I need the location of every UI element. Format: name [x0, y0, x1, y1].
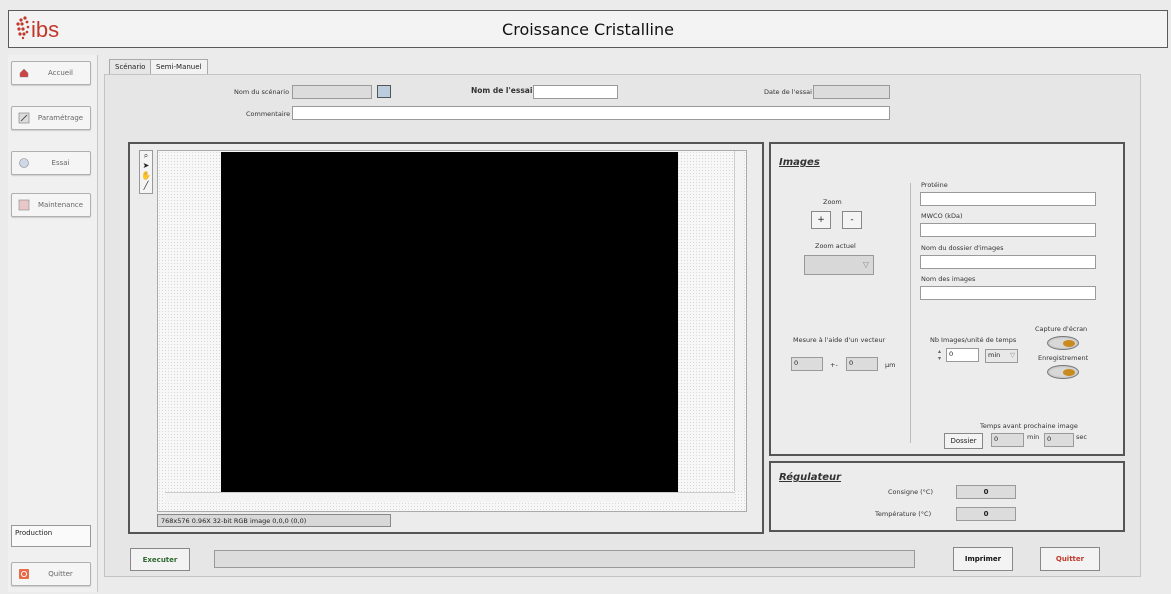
- scenario-name-field[interactable]: [292, 85, 372, 99]
- settings-icon: [17, 111, 31, 125]
- nb-images-field[interactable]: 0: [946, 348, 979, 362]
- window-title: Croissance Cristalline: [502, 19, 674, 39]
- svg-text:ibs: ibs: [31, 17, 59, 42]
- comment-label: Commentaire: [246, 110, 291, 118]
- measure-label: Mesure à l'aide d'un vecteur: [793, 336, 886, 344]
- browse-file-icon[interactable]: [377, 85, 391, 98]
- protein-label: Protéine: [921, 181, 948, 189]
- sidebar-item-accueil[interactable]: Accueil: [11, 61, 91, 85]
- sidebar-item-label: Maintenance: [37, 201, 84, 209]
- seconds-value: 0: [1044, 433, 1074, 447]
- print-button[interactable]: Imprimer: [953, 547, 1013, 571]
- home-icon: [17, 66, 31, 80]
- zoom-tool-icon[interactable]: ⌕: [140, 151, 152, 161]
- ibs-logo: ibs: [13, 12, 75, 46]
- title-bar: Croissance Cristalline ibs: [8, 10, 1168, 48]
- camera-image: [221, 152, 678, 495]
- tab-semi-manuel[interactable]: Semi-Manuel: [150, 59, 208, 74]
- horizontal-scrollbar[interactable]: [165, 492, 735, 502]
- progress-bar: [214, 550, 915, 568]
- record-label: Enregistrement: [1038, 354, 1089, 362]
- mwco-label: MWCO (kDa): [921, 212, 963, 220]
- zoom-in-button[interactable]: +: [811, 211, 831, 229]
- measure-value-1: 0: [791, 357, 823, 371]
- setpoint-label: Consigne (°C): [888, 488, 933, 496]
- sidebar-item-essai[interactable]: Essai: [11, 151, 91, 175]
- sidebar: Accueil Paramétrage Essai Maintenance Pr…: [8, 55, 98, 592]
- sidebar-item-parametrage[interactable]: Paramétrage: [11, 106, 91, 130]
- nb-images-label: Nb Images/unité de temps: [930, 336, 1017, 344]
- folder-name-label: Nom du dossier d'images: [921, 244, 1004, 252]
- regulator-panel-title: Régulateur: [779, 472, 842, 483]
- measure-value-2: 0: [846, 357, 878, 371]
- test-name-field[interactable]: [533, 85, 618, 99]
- minutes-unit: min: [1027, 433, 1040, 441]
- setpoint-value: 0: [956, 485, 1016, 499]
- sidebar-item-label: Accueil: [48, 69, 73, 77]
- folder-button[interactable]: Dossier: [944, 433, 983, 449]
- folder-name-field[interactable]: [920, 255, 1096, 269]
- zoom-label: Zoom: [823, 198, 842, 206]
- test-date-field: [813, 85, 890, 99]
- zoom-out-button[interactable]: -: [842, 211, 862, 229]
- zoom-current-select[interactable]: ▽: [804, 255, 874, 275]
- temperature-value: 0: [956, 507, 1016, 521]
- sidebar-item-label: Quitter: [48, 570, 73, 578]
- sidebar-quit-button[interactable]: Quitter: [11, 562, 91, 586]
- images-name-label: Nom des images: [921, 275, 976, 283]
- protein-field[interactable]: [920, 192, 1096, 206]
- measure-unit: µm: [885, 361, 896, 369]
- minutes-value: 0: [991, 433, 1024, 447]
- line-tool-icon[interactable]: ╱: [140, 181, 152, 191]
- power-icon: [17, 567, 31, 581]
- test-date-label: Date de l'essai: [764, 88, 812, 96]
- chevron-down-icon: ▽: [862, 260, 869, 269]
- time-unit-value: min: [988, 351, 1001, 359]
- test-name-label: Nom de l'essai: [471, 86, 533, 95]
- next-image-label: Temps avant prochaine image: [980, 422, 1078, 430]
- scenario-name-label: Nom du scénario: [234, 88, 290, 96]
- execute-button[interactable]: Executer: [130, 548, 190, 571]
- test-icon: [17, 156, 31, 170]
- zoom-current-label: Zoom actuel: [815, 242, 856, 250]
- mwco-field[interactable]: [920, 223, 1096, 237]
- record-toggle[interactable]: [1047, 365, 1079, 379]
- production-status: Production: [11, 525, 91, 547]
- panel-divider: [910, 183, 911, 443]
- images-name-field[interactable]: [920, 286, 1096, 300]
- seconds-unit: sec: [1076, 433, 1087, 441]
- measure-separator: +-: [830, 361, 838, 369]
- sidebar-item-label: Paramétrage: [37, 114, 84, 122]
- pan-tool-icon[interactable]: ✋: [140, 171, 152, 181]
- vertical-scrollbar[interactable]: [734, 151, 744, 491]
- sidebar-item-label: Essai: [51, 159, 70, 167]
- sidebar-item-maintenance[interactable]: Maintenance: [11, 193, 91, 217]
- capture-label: Capture d'écran: [1035, 325, 1088, 333]
- image-tools-palette: ⌕ ➤ ✋ ╱: [139, 150, 153, 194]
- tab-scenario[interactable]: Scénario: [109, 59, 152, 75]
- image-status-bar: 768x576 0.96X 32-bit RGB image 0,0,0 (0,…: [157, 514, 391, 527]
- temperature-label: Température (°C): [875, 510, 932, 518]
- chevron-down-icon: ▽: [1010, 351, 1015, 359]
- time-unit-select[interactable]: min ▽: [985, 349, 1018, 363]
- comment-field[interactable]: [292, 106, 890, 120]
- pointer-tool-icon[interactable]: ➤: [140, 161, 152, 171]
- capture-toggle[interactable]: [1047, 336, 1079, 350]
- quit-button[interactable]: Quitter: [1040, 547, 1100, 571]
- images-panel-title: Images: [779, 157, 820, 168]
- nb-images-stepper-icon[interactable]: ▴ ▾: [938, 348, 946, 362]
- maintenance-icon: [17, 198, 31, 212]
